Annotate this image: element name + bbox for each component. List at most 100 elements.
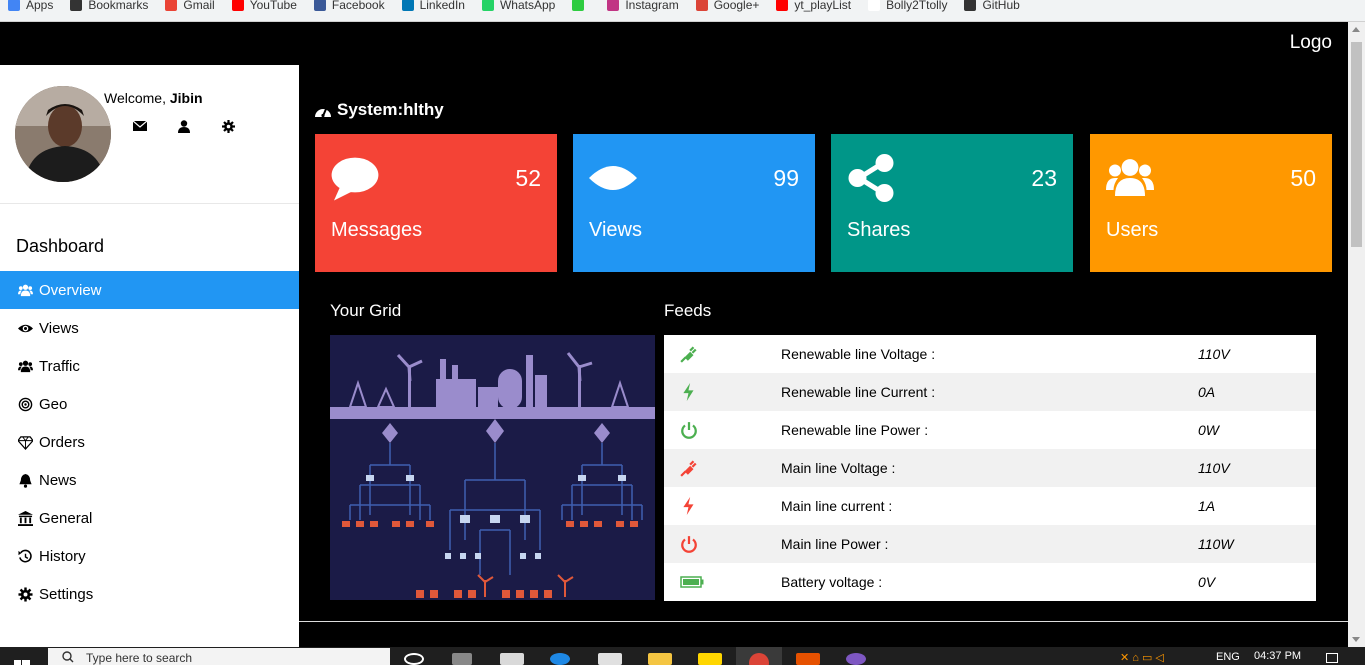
top-navbar: Logo [0, 22, 1348, 65]
power-icon [664, 535, 781, 553]
feed-value: 110W [1198, 536, 1234, 552]
bookmark-item-7[interactable] [572, 0, 590, 11]
users-icon [1106, 154, 1154, 207]
dashboard-title: Dashboard [16, 236, 105, 256]
chrome-taskbar-button[interactable] [736, 647, 782, 665]
bookmark-label: Bolly2Ttolly [886, 0, 948, 12]
bookmark-gmail[interactable]: Gmail [165, 0, 215, 12]
sidebar-item-views[interactable]: Views [0, 309, 299, 347]
bookmark-label: Apps [26, 0, 54, 12]
bookmark-linkedin[interactable]: LinkedIn [401, 0, 465, 12]
bolt-icon [664, 383, 781, 401]
bookmark-whatsapp[interactable]: WhatsApp [481, 0, 555, 12]
card-value: 23 [1031, 165, 1057, 191]
history-icon [17, 548, 33, 564]
card-label: Messages [331, 219, 423, 241]
battery-icon [664, 576, 781, 588]
feed-value: 0A [1198, 384, 1216, 400]
sidebar-item-label: Overview [39, 281, 102, 299]
envelope-icon[interactable] [118, 120, 162, 136]
bookmark-label: Google+ [713, 0, 760, 12]
bookmark-bolly2ttolly[interactable]: Bolly2Ttolly [868, 0, 947, 12]
bookmark-instagram[interactable]: Instagram [607, 0, 679, 12]
gear-icon[interactable] [206, 120, 250, 136]
sidebar-item-label: News [39, 471, 77, 489]
star-icon [70, 0, 83, 11]
sidebar-item-label: Geo [39, 395, 68, 413]
windows-start-icon[interactable] [14, 657, 30, 665]
folder-icon[interactable] [648, 653, 672, 665]
scrollbar-thumb[interactable] [1351, 42, 1362, 247]
chrome-icon [749, 653, 769, 665]
feeds-title: Feeds [664, 301, 712, 320]
sidebar-item-label: General [39, 509, 93, 527]
gmail-icon [165, 0, 178, 11]
tray-icons[interactable]: ✕ ⌂ ▭ ◁ [1120, 651, 1164, 664]
users-icon [17, 358, 33, 374]
feed-value: 0V [1198, 574, 1216, 590]
sidebar-item-orders[interactable]: Orders [0, 423, 299, 461]
system-status: System:hlthy [314, 100, 444, 120]
feed-label: Main line current : [781, 498, 893, 514]
messages-card[interactable]: 52 Messages [315, 134, 557, 272]
sublime-icon[interactable] [796, 653, 820, 665]
shares-card[interactable]: 23 Shares [831, 134, 1073, 272]
bookmark-label: yt_playList [794, 0, 852, 12]
page-icon [868, 0, 881, 11]
scroll-down-arrow[interactable] [1352, 637, 1360, 642]
bookmark-facebook[interactable]: Facebook [313, 0, 385, 12]
bookmark-bookmarks[interactable]: Bookmarks [70, 0, 148, 12]
feed-row: Main line current : 1A [664, 487, 1316, 525]
sidebar: Welcome, Jibin Dashboard Overview Views Tr… [0, 65, 299, 647]
sidebar-item-history[interactable]: History [0, 537, 299, 575]
taskbar-search[interactable]: Type here to search [48, 648, 390, 665]
language-indicator[interactable]: ENG [1216, 651, 1240, 663]
store-icon[interactable] [500, 653, 524, 665]
clock[interactable]: 04:37 PM [1254, 650, 1301, 662]
sidebar-menu: Overview Views Traffic Geo Orders News General… [0, 271, 299, 613]
paint-icon[interactable] [846, 653, 866, 665]
bookmark-label: Bookmarks [88, 0, 149, 12]
sidebar-item-traffic[interactable]: Traffic [0, 347, 299, 385]
sidebar-item-geo[interactable]: Geo [0, 385, 299, 423]
sidebar-item-general[interactable]: General [0, 499, 299, 537]
sidebar-item-settings[interactable]: Settings [0, 575, 299, 613]
plug-icon [664, 459, 781, 477]
bookmark-apps[interactable]: Apps [8, 0, 53, 12]
sidebar-item-overview[interactable]: Overview [0, 271, 299, 309]
bookmark-github[interactable]: GitHub [964, 0, 1020, 12]
logo[interactable]: Logo [1290, 32, 1332, 54]
cog-icon [17, 586, 33, 602]
bookmark-label: Facebook [331, 0, 385, 12]
feed-label: Renewable line Voltage : [781, 346, 936, 362]
facebook-icon [313, 0, 326, 11]
user-icon[interactable] [162, 120, 206, 136]
welcome-text: Welcome, Jibin [104, 90, 203, 106]
feed-label: Battery voltage : [781, 574, 883, 590]
bookmark-youtube[interactable]: YouTube [231, 0, 297, 12]
feed-value: 0W [1198, 422, 1219, 438]
bank-icon [17, 510, 33, 526]
edge-icon[interactable] [550, 653, 570, 665]
notifications-icon[interactable] [1326, 653, 1338, 663]
card-label: Views [589, 219, 642, 241]
sidebar-item-news[interactable]: News [0, 461, 299, 499]
page-scrollbar[interactable] [1348, 22, 1365, 647]
linkedin-icon [401, 0, 414, 11]
views-card[interactable]: 99 Views [573, 134, 815, 272]
cortana-icon[interactable] [404, 653, 424, 665]
bookmark-yt-playlist[interactable]: yt_playList [776, 0, 851, 12]
scroll-up-arrow[interactable] [1352, 27, 1360, 32]
whatsapp-icon [481, 0, 494, 11]
youtube-icon [231, 0, 244, 11]
bookmark-google-[interactable]: Google+ [695, 0, 760, 12]
profile-section: Welcome, Jibin [0, 65, 299, 204]
users-card[interactable]: 50 Users [1090, 134, 1332, 272]
sidebar-item-label: Views [39, 319, 79, 337]
power-icon [664, 421, 781, 439]
card-value: 50 [1290, 165, 1316, 191]
task-view-icon[interactable] [452, 653, 472, 665]
sticky-notes-icon[interactable] [698, 653, 722, 665]
bag-icon[interactable] [598, 653, 622, 665]
search-placeholder: Type here to search [86, 651, 193, 665]
